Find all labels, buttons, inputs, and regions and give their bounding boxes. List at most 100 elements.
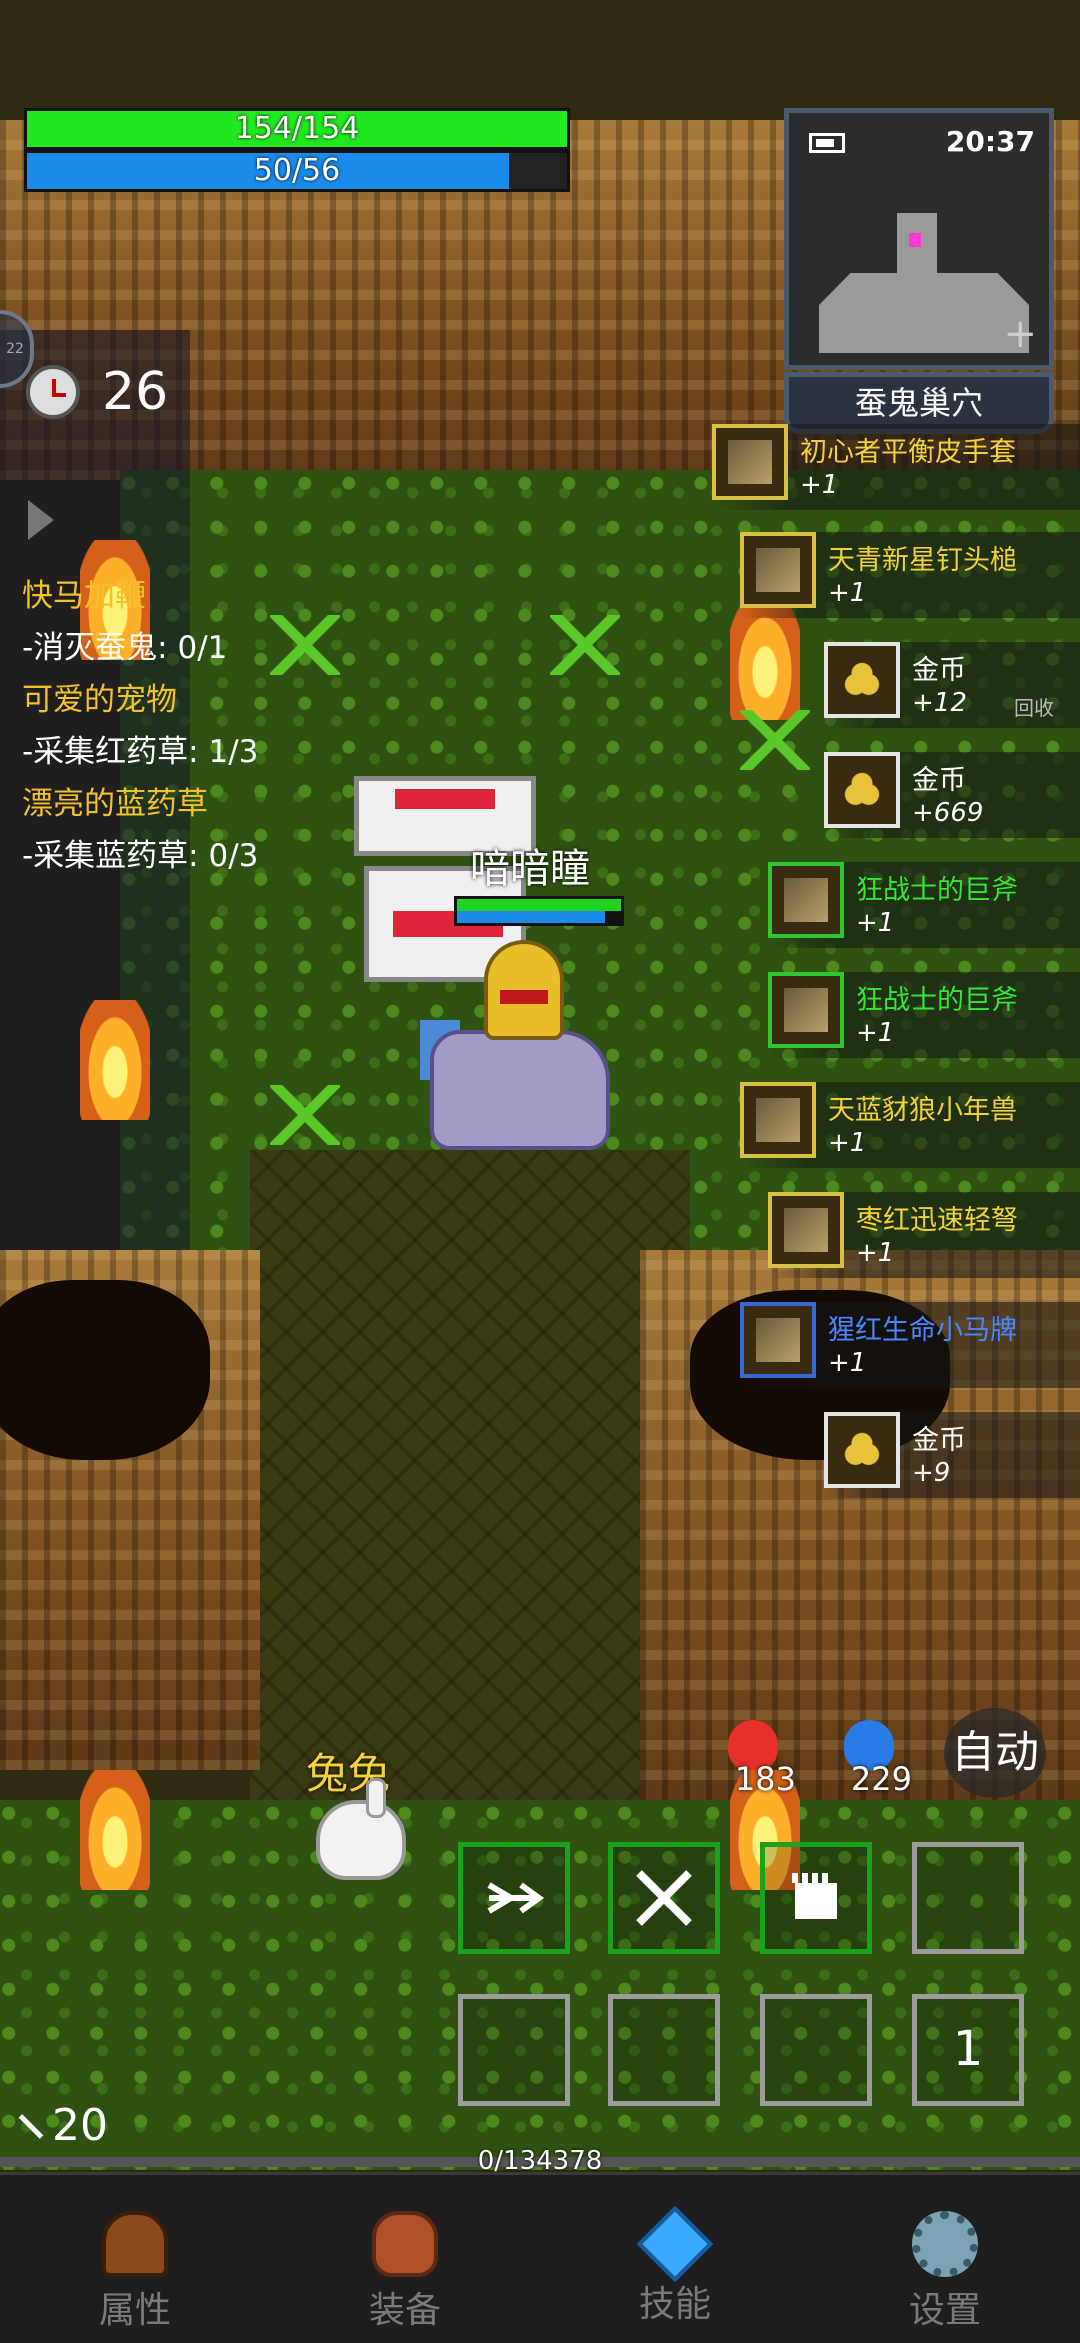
hp-bar: 154/154 <box>24 108 570 150</box>
item-icon <box>712 424 788 500</box>
loot-item: 天蓝豺狼小年兽 +1 <box>740 1082 1080 1168</box>
item-icon <box>768 1192 844 1268</box>
nav-skills[interactable]: 技能 <box>540 2175 810 2343</box>
loot-item-count: +1 <box>856 1238 895 1268</box>
loot-item-name: 天蓝豺狼小年兽 <box>828 1095 1017 1126</box>
fist-icon <box>792 1873 837 1919</box>
nav-label: 设置 <box>908 2290 981 2331</box>
nav-label: 属性 <box>98 2290 171 2331</box>
arrow-icon <box>12 2109 46 2143</box>
loot-item: 猩红生命小马牌 +1 <box>740 1302 1080 1388</box>
skill-slot-3[interactable] <box>760 1842 872 1954</box>
loot-item-count: +1 <box>800 470 839 500</box>
nav-settings[interactable]: 设置 <box>810 2175 1080 2343</box>
item-glyph-icon <box>756 548 800 592</box>
loot-item-name: 天青新星钉头槌 <box>828 545 1017 576</box>
loot-item: 金币 +669 <box>824 752 1080 838</box>
item-icon <box>824 752 900 828</box>
loot-item-name: 金币 <box>912 1425 966 1456</box>
herb-icon[interactable] <box>270 1085 340 1145</box>
minimap[interactable]: 20:37 + <box>784 108 1054 370</box>
skill-page-button[interactable]: 1 <box>912 1994 1024 2106</box>
player-mp-fill <box>457 911 605 923</box>
loot-item: 枣红迅速轻弩 +1 <box>768 1192 1080 1278</box>
quest-step: -采集蓝药草: 0/3 <box>22 838 259 874</box>
item-glyph-icon <box>840 768 884 812</box>
item-icon <box>740 1302 816 1378</box>
item-glyph-icon <box>840 658 884 702</box>
item-icon <box>768 972 844 1048</box>
recycle-label[interactable]: 回收 <box>1014 692 1054 721</box>
quest-title[interactable]: 可爱的宠物 <box>22 674 258 726</box>
item-glyph-icon <box>728 440 772 484</box>
zoom-plus-icon[interactable]: + <box>1003 311 1037 357</box>
loot-item-name: 狂战士的巨斧 <box>856 875 1018 906</box>
loot-item-name: 金币 <box>912 655 966 686</box>
minimap-corridor <box>897 213 937 283</box>
loot-item: 天青新星钉头槌 +1 <box>740 532 1080 618</box>
arrow-counter: 20 <box>12 2100 108 2151</box>
pet-bunny[interactable] <box>316 1778 406 1880</box>
clock-text: 20:37 <box>945 125 1035 158</box>
item-glyph-icon <box>784 878 828 922</box>
horse-sprite <box>430 1030 610 1150</box>
mp-bar: 50/56 <box>24 150 570 192</box>
loot-item: 金币 +9 <box>824 1412 1080 1498</box>
herb-icon[interactable] <box>550 615 620 675</box>
skill-slot-5[interactable] <box>458 1994 570 2106</box>
quest-title[interactable]: 漂亮的蓝药草 <box>22 778 258 830</box>
battery-icon <box>809 133 845 153</box>
player-health-bar <box>454 896 624 926</box>
item-icon <box>824 1412 900 1488</box>
cave-hole-left <box>0 1280 210 1460</box>
timer-value: 26 <box>102 362 169 422</box>
skill-page-number: 1 <box>952 2021 984 2077</box>
herb-icon[interactable] <box>270 615 340 675</box>
player-knight-on-horse[interactable] <box>420 940 620 1170</box>
quest-list[interactable]: 快马加鞭 -消灭蚕鬼: 0/1 可爱的宠物 -采集红药草: 1/3 漂亮的蓝药草… <box>22 570 258 882</box>
herb-icon[interactable] <box>740 710 810 770</box>
nav-attributes[interactable]: 属性 <box>0 2175 270 2343</box>
multi-shot-icon <box>487 1882 545 1914</box>
mp-potion-count: 229 <box>850 1760 912 1798</box>
loot-item-count: +1 <box>856 908 895 938</box>
hp-potion-button[interactable]: 183 <box>716 1712 796 1798</box>
item-icon <box>768 862 844 938</box>
timer: 26 <box>26 362 168 422</box>
loot-item-count: +1 <box>828 1128 867 1158</box>
loot-item-name: 枣红迅速轻弩 <box>856 1205 1018 1236</box>
nav-label: 装备 <box>368 2290 441 2331</box>
loot-item-count: +1 <box>856 1018 895 1048</box>
item-icon <box>740 532 816 608</box>
item-glyph-icon <box>756 1318 800 1362</box>
crossed-swords-icon <box>636 1870 692 1926</box>
skill-slot-6[interactable] <box>608 1994 720 2106</box>
nav-label: 技能 <box>638 2284 711 2325</box>
item-glyph-icon <box>756 1098 800 1142</box>
minimap-room <box>819 273 1029 353</box>
torch-icon <box>730 600 800 720</box>
player-name: 喑暗瞳 <box>470 846 590 892</box>
quest-title[interactable]: 快马加鞭 <box>22 570 258 622</box>
loot-item-count: +669 <box>912 798 984 828</box>
loot-item-name: 初心者平衡皮手套 <box>800 437 1016 468</box>
expand-quests-icon[interactable] <box>28 500 54 540</box>
item-glyph-icon <box>840 1428 884 1472</box>
hp-text: 154/154 <box>234 111 360 146</box>
bag-icon <box>372 2211 438 2277</box>
item-icon <box>824 642 900 718</box>
nav-equipment[interactable]: 装备 <box>270 2175 540 2343</box>
alarm-clock-icon <box>26 365 80 419</box>
mp-potion-button[interactable]: 229 <box>832 1712 912 1798</box>
loot-item-count: +1 <box>828 1348 867 1378</box>
skill-slot-4[interactable] <box>912 1842 1024 1954</box>
auto-battle-button[interactable]: 自动 <box>944 1708 1046 1798</box>
skill-slot-1[interactable] <box>458 1842 570 1954</box>
quest-step: -采集红药草: 1/3 <box>22 734 259 770</box>
loot-item-count: +1 <box>828 578 867 608</box>
item-glyph-icon <box>784 1208 828 1252</box>
skill-slot-7[interactable] <box>760 1994 872 2106</box>
skill-slot-2[interactable] <box>608 1842 720 1954</box>
torch-icon <box>80 1770 150 1890</box>
loot-item: 初心者平衡皮手套 +1 <box>712 424 1080 510</box>
